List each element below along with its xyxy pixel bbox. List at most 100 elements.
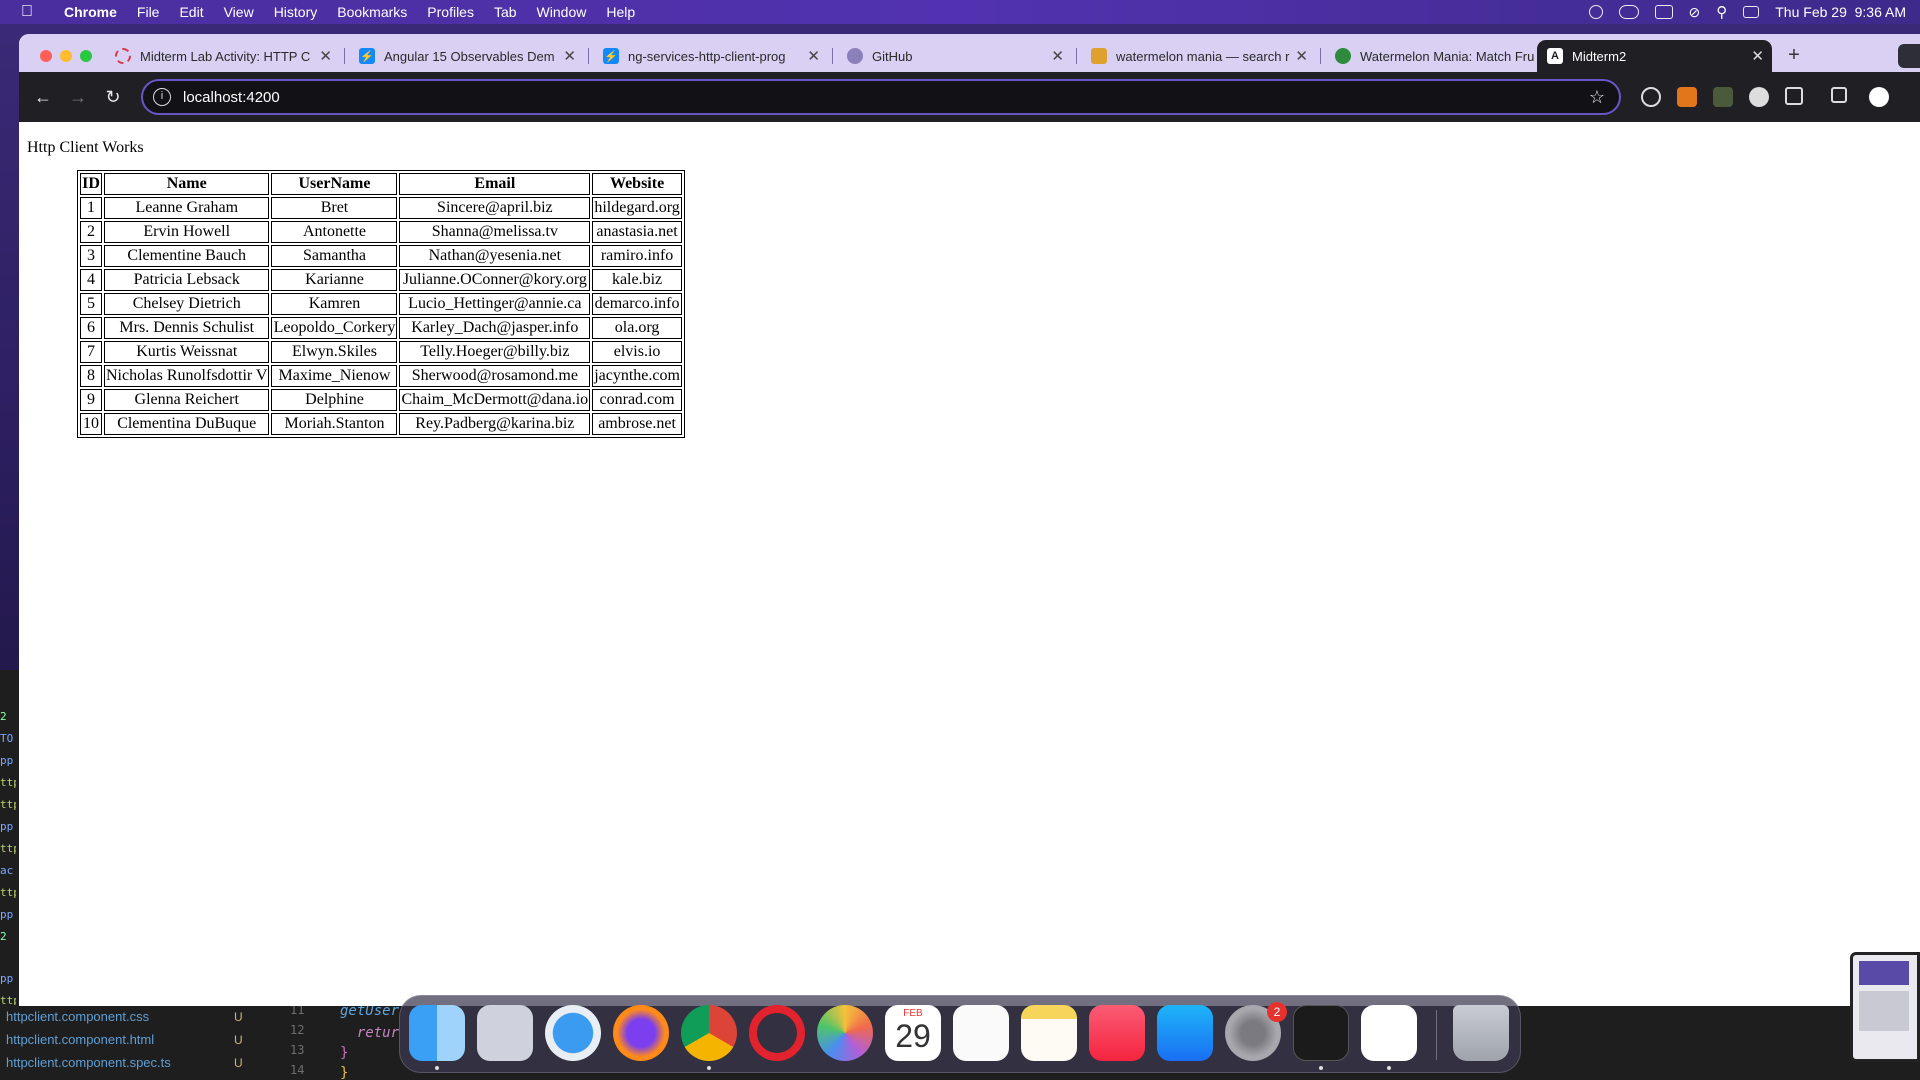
menu-view[interactable]: View — [214, 4, 264, 20]
forward-icon[interactable]: → — [63, 82, 93, 112]
address-url[interactable]: localhost:4200 — [183, 89, 280, 106]
menu-profiles[interactable]: Profiles — [417, 4, 484, 20]
display-icon[interactable] — [1654, 5, 1673, 19]
screenshot-thumbnail[interactable] — [1850, 952, 1920, 1062]
extensions-puzzle-icon[interactable] — [1785, 87, 1803, 105]
launchpad-icon[interactable] — [477, 1005, 533, 1061]
browser-toolbar: ← → ↻ i localhost:4200 ☆ — [19, 72, 1920, 122]
control-center-icon[interactable] — [1743, 6, 1760, 18]
column-header-name: Name — [104, 173, 270, 195]
users-table: ID Name UserName Email Website 1 Leanne G… — [77, 170, 685, 438]
cell-email: Telly.Hoeger@billy.biz — [399, 341, 591, 363]
menu-window[interactable]: Window — [527, 4, 597, 20]
cell-id: 4 — [80, 269, 102, 291]
metamask-icon[interactable] — [1677, 87, 1697, 107]
extension-icon[interactable] — [1749, 87, 1769, 107]
safari-icon[interactable] — [545, 1005, 601, 1061]
tab-ng-services[interactable]: ⚡ ng-services-http-client-prog ✕ — [593, 40, 828, 72]
notes-icon[interactable] — [1021, 1005, 1077, 1061]
app-store-icon[interactable] — [1157, 1005, 1213, 1061]
dock: FEB 29 2 — [399, 995, 1521, 1073]
chrome-icon[interactable] — [681, 1005, 737, 1061]
profile-avatar-icon[interactable] — [1869, 87, 1889, 107]
terminal-icon[interactable] — [1293, 1005, 1349, 1061]
weather-icon[interactable] — [1618, 5, 1639, 19]
file-spec[interactable]: httpclient.component.spec.ts — [6, 1055, 171, 1070]
photos-icon[interactable] — [817, 1005, 873, 1061]
cell-name: Kurtis Weissnat — [104, 341, 270, 363]
tab-search-button[interactable] — [1898, 44, 1920, 68]
cell-id: 10 — [80, 413, 102, 435]
extension-icon[interactable] — [1641, 87, 1661, 107]
menu-help[interactable]: Help — [596, 4, 645, 20]
minimize-window-icon[interactable] — [60, 50, 72, 62]
table-row: 2 Ervin Howell Antonette Shanna@melissa.tv a… — [80, 221, 682, 243]
zoom-window-icon[interactable] — [80, 50, 92, 62]
stackblitz-icon: ⚡ — [359, 48, 375, 64]
reload-icon[interactable]: ↻ — [98, 82, 128, 112]
file-css[interactable]: httpclient.component.css — [6, 1009, 149, 1024]
tab-watermelon-mania[interactable]: Watermelon Mania: Match Fru ✕ — [1325, 40, 1560, 72]
music-icon[interactable] — [1089, 1005, 1145, 1061]
cell-id: 8 — [80, 365, 102, 387]
wifi-off-icon[interactable]: ⊘ — [1689, 4, 1701, 21]
trash-icon[interactable] — [1453, 1005, 1509, 1061]
cell-id: 3 — [80, 245, 102, 267]
menu-history[interactable]: History — [264, 4, 328, 20]
line-number: 14 — [290, 1063, 305, 1077]
close-tab-icon[interactable]: ✕ — [807, 47, 820, 65]
menu-tab[interactable]: Tab — [484, 4, 527, 20]
cell-website: anastasia.net — [592, 221, 682, 243]
menu-edit[interactable]: Edit — [169, 4, 213, 20]
cell-name: Nicholas Runolfsdottir V — [104, 365, 270, 387]
opera-icon[interactable] — [749, 1005, 805, 1061]
cell-name: Leanne Graham — [104, 197, 270, 219]
new-tab-button[interactable]: + — [1780, 43, 1808, 69]
close-tab-icon[interactable]: ✕ — [1295, 47, 1308, 65]
search-icon[interactable]: ⚲ — [1716, 3, 1727, 21]
file-status: U — [234, 1010, 243, 1024]
cell-website: elvis.io — [592, 341, 682, 363]
tab-angular-observables[interactable]: ⚡ Angular 15 Observables Dem ✕ — [349, 40, 584, 72]
close-window-icon[interactable] — [40, 50, 52, 62]
finder-icon[interactable] — [409, 1005, 465, 1061]
reminders-icon[interactable] — [953, 1005, 1009, 1061]
calendar-icon[interactable]: FEB 29 — [885, 1005, 941, 1061]
cell-name: Clementina DuBuque — [104, 413, 270, 435]
tab-midterm2[interactable]: A Midterm2 ✕ — [1537, 40, 1772, 72]
code-line: retur — [340, 1025, 400, 1041]
close-tab-icon[interactable]: ✕ — [1751, 47, 1764, 65]
file-html[interactable]: httpclient.component.html — [6, 1032, 154, 1047]
cell-website: ramiro.info — [592, 245, 682, 267]
cell-email: Chaim_McDermott@dana.io — [399, 389, 591, 411]
site-info-icon[interactable]: i — [153, 88, 171, 106]
vscode-icon[interactable] — [1361, 1005, 1417, 1061]
code-line: } — [340, 1065, 349, 1080]
firefox-icon[interactable] — [613, 1005, 669, 1061]
column-header-email: Email — [399, 173, 591, 195]
address-bar[interactable]: i localhost:4200 ☆ — [141, 79, 1621, 115]
cell-username: Bret — [271, 197, 398, 219]
tab-watermelon-search[interactable]: watermelon mania — search r ✕ — [1081, 40, 1316, 72]
apple-menu-icon[interactable]:  — [0, 3, 54, 21]
tab-midterm-lab[interactable]: Midterm Lab Activity: HTTP C ✕ — [105, 40, 340, 72]
menu-app-name[interactable]: Chrome — [54, 4, 127, 20]
creative-cloud-icon[interactable] — [1588, 5, 1603, 19]
tab-github[interactable]: GitHub ✕ — [837, 40, 1072, 72]
menu-file[interactable]: File — [127, 4, 170, 20]
back-icon[interactable]: ← — [28, 82, 58, 112]
calendar-day: 29 — [895, 1018, 931, 1054]
side-panel-icon[interactable] — [1831, 87, 1847, 103]
cell-email: Julianne.OConner@kory.org — [399, 269, 591, 291]
menu-bookmarks[interactable]: Bookmarks — [327, 4, 417, 20]
cell-website: conrad.com — [592, 389, 682, 411]
notification-badge: 2 — [1267, 1002, 1287, 1022]
close-tab-icon[interactable]: ✕ — [319, 47, 332, 65]
close-tab-icon[interactable]: ✕ — [1051, 47, 1064, 65]
extension-icon[interactable] — [1713, 87, 1733, 107]
bookmark-star-icon[interactable]: ☆ — [1589, 87, 1605, 108]
menu-clock[interactable]: Thu Feb 29 9:36 AM — [1775, 4, 1906, 20]
column-header-website: Website — [592, 173, 682, 195]
close-tab-icon[interactable]: ✕ — [563, 47, 576, 65]
chrome-window: Midterm Lab Activity: HTTP C ✕ ⚡ Angular… — [19, 34, 1920, 1006]
